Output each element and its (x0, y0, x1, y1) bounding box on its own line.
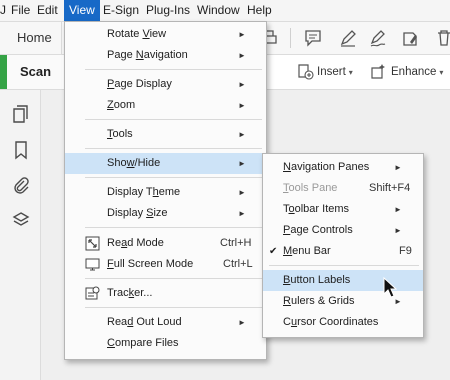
submenu-arrow-icon: ► (238, 30, 246, 39)
layers-icon[interactable] (11, 210, 31, 230)
view-menu-display-theme[interactable]: Display Theme ► (65, 182, 266, 203)
submenu-arrow-icon: ► (238, 159, 246, 168)
menu-separator (85, 69, 262, 70)
menu-separator (85, 227, 262, 228)
view-menu-display-size[interactable]: Display Size ► (65, 203, 266, 224)
menu-plugins[interactable]: Plug-Ins (146, 0, 190, 21)
submenu-arrow-icon: ► (238, 101, 246, 110)
submenu-arrow-icon: ► (238, 130, 246, 139)
insert-caret-icon: ▾ (348, 68, 353, 77)
showhide-cursor-coordinates[interactable]: Cursor Coordinates (263, 312, 423, 333)
attachment-icon[interactable] (11, 176, 31, 196)
home-tab[interactable]: Home (0, 22, 62, 54)
menu-help[interactable]: Help (247, 0, 272, 21)
view-menu: Rotate View ► Page Navigation ► Page Dis… (64, 21, 267, 360)
mouse-pointer-icon (383, 276, 398, 299)
checkmark-icon: ✔ (269, 246, 278, 257)
view-menu-tools[interactable]: Tools ► (65, 124, 266, 145)
enhance-label: Enhance (391, 66, 437, 78)
view-menu-compare-files[interactable]: Compare Files (65, 333, 266, 354)
comment-icon[interactable] (302, 27, 324, 49)
view-menu-show-hide[interactable]: Show/Hide ► (65, 153, 266, 174)
read-mode-icon (85, 236, 100, 251)
view-menu-tracker[interactable]: Tracker... (65, 283, 266, 304)
scan-tab[interactable]: Scan & (0, 55, 62, 113)
view-menu-read-out-loud[interactable]: Read Out Loud ► (65, 312, 266, 333)
menu-separator (85, 177, 262, 178)
menu-separator (85, 278, 262, 279)
menubar-edge-glyph: J (0, 3, 6, 17)
showhide-button-labels[interactable]: Button Labels (263, 270, 423, 291)
enhance-button[interactable]: Enhance ▾ (370, 63, 443, 81)
showhide-tools-pane: Tools Pane Shift+F4 (263, 178, 423, 199)
delete-icon[interactable] (433, 27, 450, 49)
submenu-arrow-icon: ► (238, 318, 246, 327)
submenu-arrow-icon: ► (238, 51, 246, 60)
showhide-toolbar-items[interactable]: Toolbar Items ► (263, 199, 423, 220)
menu-edit[interactable]: Edit (37, 0, 58, 21)
read-mode-shortcut: Ctrl+H (220, 237, 252, 249)
menu-separator (85, 148, 262, 149)
submenu-arrow-icon: ► (238, 188, 246, 197)
left-navigation-rail (0, 90, 41, 380)
menu-file[interactable]: File (11, 0, 30, 21)
tools-pane-shortcut: Shift+F4 (369, 182, 411, 194)
menu-separator (269, 265, 419, 266)
showhide-navigation-panes[interactable]: Navigation Panes ► (263, 157, 423, 178)
view-menu-full-screen-mode[interactable]: Full Screen Mode Ctrl+L (65, 254, 266, 275)
view-menu-rotate-view[interactable]: Rotate View ► (65, 24, 266, 45)
enhance-caret-icon: ▾ (439, 68, 444, 77)
showhide-page-controls[interactable]: Page Controls ► (263, 220, 423, 241)
submenu-arrow-icon: ► (238, 80, 246, 89)
submenu-arrow-icon: ► (394, 205, 402, 214)
menu-bar-shortcut: F9 (399, 245, 412, 257)
menu-esign[interactable]: E-Sign (103, 0, 139, 21)
menu-bar: J File Edit View E-Sign Plug-Ins Window … (0, 0, 450, 22)
insert-label: Insert (317, 66, 346, 78)
submenu-arrow-icon: ► (238, 209, 246, 218)
view-menu-zoom[interactable]: Zoom ► (65, 95, 266, 116)
enhance-icon (371, 64, 385, 80)
insert-page-icon (298, 64, 314, 81)
showhide-menu-bar[interactable]: ✔ Menu Bar F9 (263, 241, 423, 262)
view-menu-page-navigation[interactable]: Page Navigation ► (65, 45, 266, 66)
menu-separator (85, 119, 262, 120)
bookmark-icon[interactable] (11, 140, 31, 160)
show-hide-submenu: Navigation Panes ► Tools Pane Shift+F4 T… (262, 153, 424, 338)
fill-sign-icon[interactable] (400, 27, 422, 49)
highlight-pen-icon[interactable] (337, 27, 359, 49)
insert-button[interactable]: Insert ▾ (297, 63, 353, 81)
tracker-icon (85, 286, 100, 301)
menu-window[interactable]: Window (197, 0, 240, 21)
full-screen-icon (85, 257, 100, 272)
toolbar-divider (290, 28, 291, 48)
submenu-arrow-icon: ► (394, 163, 402, 172)
submenu-arrow-icon: ► (394, 226, 402, 235)
view-menu-page-display[interactable]: Page Display ► (65, 74, 266, 95)
page-thumbnails-icon[interactable] (11, 104, 31, 124)
menu-separator (85, 307, 262, 308)
menu-view[interactable]: View (64, 0, 100, 21)
view-menu-read-mode[interactable]: Read Mode Ctrl+H (65, 233, 266, 254)
sign-icon[interactable] (367, 27, 389, 49)
full-screen-shortcut: Ctrl+L (223, 258, 253, 270)
showhide-rulers-grids[interactable]: Rulers & Grids ► (263, 291, 423, 312)
